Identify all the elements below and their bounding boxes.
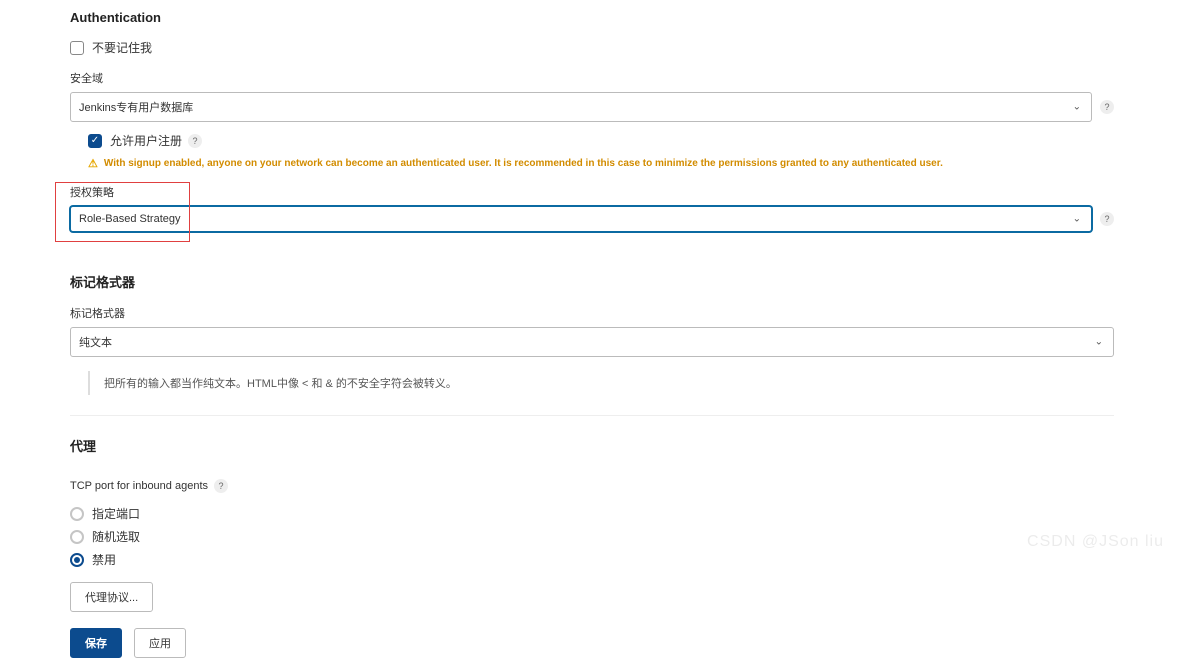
agent-heading: 代理 xyxy=(70,436,1114,455)
security-realm-label: 安全域 xyxy=(70,70,1114,86)
formatter-select[interactable]: 纯文本 ⌄ xyxy=(70,327,1114,357)
radio-fixed-label: 指定端口 xyxy=(92,505,140,522)
tcp-port-label: TCP port for inbound agents xyxy=(70,480,208,492)
chevron-down-icon: ⌄ xyxy=(1095,337,1103,348)
apply-button[interactable]: 应用 xyxy=(134,628,186,658)
radio-icon[interactable] xyxy=(70,553,84,567)
help-icon[interactable]: ? xyxy=(1100,212,1114,226)
radio-icon[interactable] xyxy=(70,530,84,544)
divider xyxy=(70,415,1114,416)
radio-fixed-port[interactable]: 指定端口 xyxy=(70,505,1114,522)
radio-disable-label: 禁用 xyxy=(92,551,116,568)
radio-icon[interactable] xyxy=(70,507,84,521)
auth-heading: Authentication xyxy=(70,10,1114,25)
chevron-down-icon: ⌄ xyxy=(1073,214,1081,225)
help-icon[interactable]: ? xyxy=(1100,100,1114,114)
security-realm-value: Jenkins专有用户数据库 xyxy=(79,102,193,114)
formatter-label: 标记格式器 xyxy=(70,305,1114,321)
authorization-select[interactable]: Role-Based Strategy ⌄ xyxy=(70,206,1092,232)
agent-protocol-button[interactable]: 代理协议... xyxy=(70,582,153,612)
formatter-heading: 标记格式器 xyxy=(70,272,1114,291)
chevron-down-icon: ⌄ xyxy=(1073,102,1081,113)
radio-random-port[interactable]: 随机选取 xyxy=(70,528,1114,545)
help-icon[interactable]: ? xyxy=(188,134,202,148)
signup-warning-row: ⚠ With signup enabled, anyone on your ne… xyxy=(88,157,1114,170)
formatter-value: 纯文本 xyxy=(79,337,112,349)
remember-me-row[interactable]: 不要记住我 xyxy=(70,39,1114,56)
allow-signup-label: 允许用户注册 xyxy=(110,132,182,149)
tcp-port-label-row: TCP port for inbound agents ? xyxy=(70,479,228,493)
save-button[interactable]: 保存 xyxy=(70,628,122,658)
help-icon[interactable]: ? xyxy=(214,479,228,493)
formatter-note: 把所有的输入都当作纯文本。HTML中像 < 和 & 的不安全字符会被转义。 xyxy=(88,371,1114,395)
radio-random-label: 随机选取 xyxy=(92,528,140,545)
authorization-label: 授权策略 xyxy=(70,184,1114,200)
remember-me-label: 不要记住我 xyxy=(92,39,152,56)
remember-me-checkbox[interactable] xyxy=(70,41,84,55)
allow-signup-checkbox[interactable]: ✓ xyxy=(88,134,102,148)
signup-warning-text: With signup enabled, anyone on your netw… xyxy=(104,158,943,169)
authorization-value: Role-Based Strategy xyxy=(79,213,181,225)
radio-disable-port[interactable]: 禁用 xyxy=(70,551,1114,568)
warning-icon: ⚠ xyxy=(88,157,98,170)
security-realm-select[interactable]: Jenkins专有用户数据库 ⌄ xyxy=(70,92,1092,122)
